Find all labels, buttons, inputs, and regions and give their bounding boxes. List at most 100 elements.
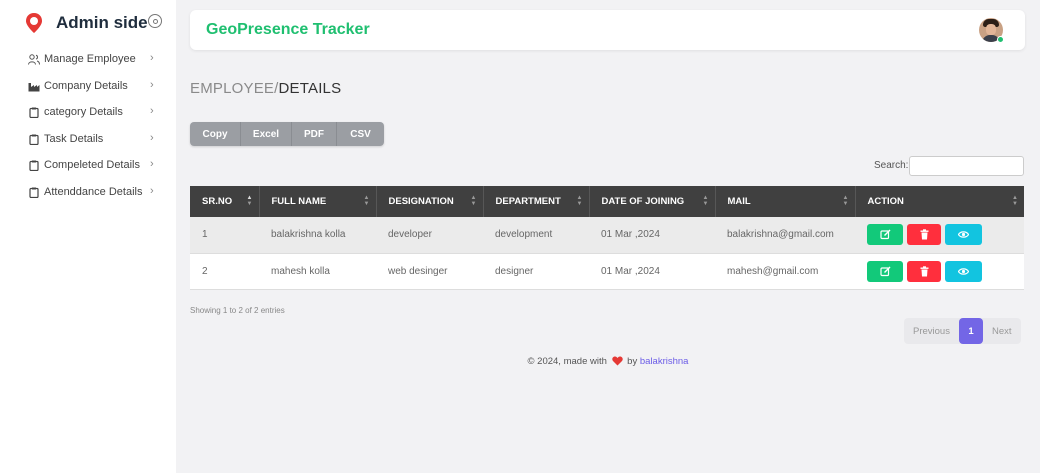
cell-date-of-joining: 01 Mar ,2024 <box>589 217 715 254</box>
employee-table: SR.NO ▲ ▼ FULL NAME ▲ ▼ DESIGNATION ▲ ▼ DEPART… <box>190 186 1024 290</box>
previous-page-button[interactable]: Previous <box>904 326 959 337</box>
author-link[interactable]: balakrishna <box>640 356 689 367</box>
sidebar-item-label: Attenddance Details <box>44 185 143 198</box>
sidebar-item-company-details[interactable]: Company Details › <box>0 73 176 100</box>
delete-button[interactable] <box>907 260 941 282</box>
clipboard-icon <box>29 187 39 198</box>
column-header-label: ACTION <box>867 196 904 207</box>
column-header-mail[interactable]: MAIL ▲ ▼ <box>715 186 856 217</box>
cell-designation: developer <box>376 217 483 254</box>
view-button[interactable] <box>945 260 982 282</box>
footer-prefix: © 2024, made with <box>527 356 607 367</box>
cell-sr-no: 1 <box>190 217 259 254</box>
chevron-right-icon: › <box>150 52 154 64</box>
cell-sr-no: 2 <box>190 253 259 290</box>
column-header-sr-no[interactable]: SR.NO ▲ ▼ <box>190 186 260 217</box>
sidebar: Admin side Manage Employee › Company Det… <box>0 0 176 473</box>
cell-department: development <box>483 217 589 254</box>
sidebar-item-task-details[interactable]: Task Details › <box>0 126 176 153</box>
column-header-label: DESIGNATION <box>388 196 454 207</box>
page-1-button[interactable]: 1 <box>958 318 983 344</box>
sidebar-menu: Manage Employee › Company Details › cate… <box>0 46 176 205</box>
brand[interactable]: Admin side <box>24 12 162 34</box>
online-status-dot <box>997 36 1004 43</box>
chevron-right-icon: › <box>150 184 154 197</box>
pagination: Previous 1 Next <box>904 318 1021 344</box>
delete-button[interactable] <box>907 224 941 246</box>
search-label: Search: <box>874 160 909 171</box>
sidebar-title: Admin side <box>56 13 148 32</box>
search-input[interactable] <box>909 156 1024 176</box>
table-row: 2 mahesh kolla web desinger designer 01 … <box>190 253 1024 290</box>
location-pin-icon <box>26 13 42 33</box>
heart-icon <box>611 356 623 366</box>
column-header-department[interactable]: DEPARTMENT ▲ ▼ <box>483 186 590 217</box>
table-header-row: SR.NO ▲ ▼ FULL NAME ▲ ▼ DESIGNATION ▲ ▼ DEPART… <box>190 186 1024 217</box>
sort-icon: ▲ ▼ <box>576 195 583 207</box>
cell-designation: web desinger <box>376 253 483 290</box>
next-page-button[interactable]: Next <box>983 326 1021 337</box>
sidebar-item-attenddance-details[interactable]: Attenddance Details › <box>0 179 176 206</box>
factory-icon <box>28 82 40 91</box>
cell-action <box>855 217 1024 254</box>
column-header-designation[interactable]: DESIGNATION ▲ ▼ <box>376 186 484 217</box>
sort-icon: ▲ ▼ <box>842 195 849 207</box>
sidebar-item-label: Manage Employee <box>44 53 136 66</box>
footer-by: by <box>627 356 638 367</box>
sidebar-item-label: category Details <box>44 106 123 119</box>
clipboard-icon <box>29 134 39 145</box>
column-header-label: DEPARTMENT <box>495 196 561 207</box>
sidebar-item-category-details[interactable]: category Details › <box>0 99 176 126</box>
copy-button[interactable]: Copy <box>190 122 241 146</box>
breadcrumb-current: DETAILS <box>278 80 342 97</box>
sidebar-item-compeleted-details[interactable]: Compeleted Details › <box>0 152 176 179</box>
column-header-full-name[interactable]: FULL NAME ▲ ▼ <box>259 186 377 217</box>
sidebar-item-label: Task Details <box>44 132 104 145</box>
column-header-label: DATE OF JOINING <box>601 196 685 207</box>
cell-mail: balakrishna@gmail.com <box>715 217 855 254</box>
trash-icon <box>920 229 928 240</box>
app-title: GeoPresence Tracker <box>206 21 370 38</box>
eye-icon <box>958 267 969 275</box>
sort-icon: ▲ ▼ <box>246 195 253 207</box>
chevron-right-icon: › <box>150 131 154 144</box>
cell-full-name: mahesh kolla <box>259 253 376 290</box>
export-button-group: Copy Excel PDF CSV <box>190 122 384 146</box>
column-header-label: FULL NAME <box>271 196 327 207</box>
table-info: Showing 1 to 2 of 2 entries <box>190 306 285 315</box>
csv-button[interactable]: CSV <box>337 122 384 146</box>
cell-action <box>855 253 1024 290</box>
breadcrumb: EMPLOYEE/DETAILS <box>190 80 341 97</box>
sidebar-item-manage-employee[interactable]: Manage Employee › <box>0 46 176 73</box>
column-header-label: MAIL <box>727 196 751 207</box>
cell-date-of-joining: 01 Mar ,2024 <box>589 253 715 290</box>
breadcrumb-parent: EMPLOYEE/ <box>190 80 279 97</box>
eye-icon <box>958 231 969 238</box>
view-button[interactable] <box>945 224 982 246</box>
clipboard-icon <box>29 107 39 118</box>
sidebar-item-label: Company Details <box>44 79 128 92</box>
edit-icon <box>879 266 890 276</box>
sort-icon: ▲ ▼ <box>702 195 709 207</box>
column-header-label: SR.NO <box>202 196 233 207</box>
column-header-action[interactable]: ACTION ▲ ▼ <box>855 186 1024 217</box>
sort-icon: ▲ ▼ <box>363 195 370 207</box>
sidebar-toggle-icon[interactable] <box>148 14 162 28</box>
sort-icon: ▲ ▼ <box>1012 195 1018 207</box>
cell-full-name: balakrishna kolla <box>259 217 376 254</box>
cell-mail: mahesh@gmail.com <box>715 253 855 290</box>
edit-button[interactable] <box>867 224 903 246</box>
pdf-button[interactable]: PDF <box>292 122 337 146</box>
chevron-right-icon: › <box>150 78 154 91</box>
table-row: 1 balakrishna kolla developer developmen… <box>190 217 1024 254</box>
column-header-date-of-joining[interactable]: DATE OF JOINING ▲ ▼ <box>589 186 716 217</box>
footer: © 2024, made with by balakrishna <box>0 356 1040 367</box>
excel-button[interactable]: Excel <box>241 122 292 146</box>
edit-button[interactable] <box>867 260 903 282</box>
cell-department: designer <box>483 253 589 290</box>
chevron-right-icon: › <box>150 158 154 170</box>
users-icon <box>28 54 40 65</box>
sidebar-item-label: Compeleted Details <box>44 159 140 172</box>
edit-icon <box>879 229 890 240</box>
trash-icon <box>920 265 928 276</box>
